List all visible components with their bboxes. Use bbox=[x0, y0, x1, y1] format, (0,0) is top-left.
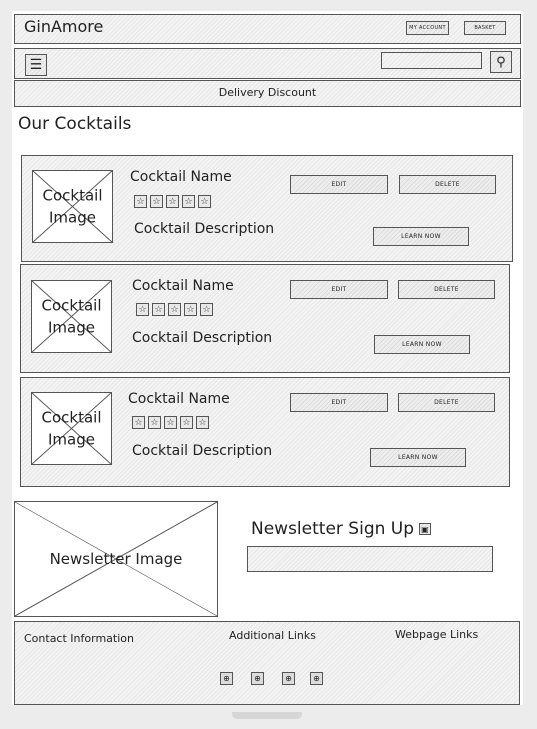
newsletter-title: Newsletter Sign Up bbox=[251, 519, 415, 539]
checkbox-icon[interactable]: ▣ bbox=[419, 523, 431, 535]
basket-button[interactable]: Basket bbox=[464, 21, 506, 35]
social-icon-1[interactable]: ⊕ bbox=[220, 672, 233, 685]
search-input[interactable] bbox=[381, 52, 482, 69]
cocktail-description: Cocktail Description bbox=[132, 330, 273, 346]
webpage-links[interactable]: Webpage Links bbox=[395, 629, 478, 640]
site-title[interactable]: GinAmore bbox=[24, 19, 103, 35]
newsletter-image-label: Newsletter Image bbox=[49, 549, 183, 568]
cocktail-image: Cocktail Image bbox=[31, 280, 112, 353]
cocktail-name: Cocktail Name bbox=[128, 391, 230, 407]
star-icon[interactable]: ☆ bbox=[180, 416, 193, 429]
star-icon[interactable]: ☆ bbox=[164, 416, 177, 429]
contact-information-link[interactable]: Contact Information bbox=[24, 633, 134, 644]
star-icon[interactable]: ☆ bbox=[148, 416, 161, 429]
hamburger-icon[interactable]: ☰ bbox=[25, 54, 47, 76]
star-icon[interactable]: ☆ bbox=[198, 195, 211, 208]
star-icon[interactable]: ☆ bbox=[200, 303, 213, 316]
star-icon[interactable]: ☆ bbox=[150, 195, 163, 208]
cocktail-name: Cocktail Name bbox=[132, 278, 234, 294]
learn-now-button[interactable]: Learn Now bbox=[370, 448, 466, 467]
home-indicator bbox=[232, 712, 302, 719]
edit-button[interactable]: Edit bbox=[290, 175, 388, 194]
star-icon[interactable]: ☆ bbox=[184, 303, 197, 316]
cocktail-name: Cocktail Name bbox=[130, 169, 232, 185]
star-icon[interactable]: ☆ bbox=[136, 303, 149, 316]
star-icon[interactable]: ☆ bbox=[166, 195, 179, 208]
cocktail-image-label: Cocktail Image bbox=[42, 186, 103, 227]
my-account-button[interactable]: My Account bbox=[406, 21, 449, 35]
cocktail-image-label: Cocktail Image bbox=[41, 408, 102, 449]
section-title: Our Cocktails bbox=[18, 114, 132, 134]
star-icon[interactable]: ☆ bbox=[182, 195, 195, 208]
learn-now-button[interactable]: Learn Now bbox=[373, 227, 469, 246]
additional-links[interactable]: Additional Links bbox=[229, 630, 316, 641]
cocktail-image: Cocktail Image bbox=[32, 170, 113, 243]
cocktail-description: Cocktail Description bbox=[132, 443, 273, 459]
delete-button[interactable]: Delete bbox=[399, 175, 496, 194]
star-icon[interactable]: ☆ bbox=[134, 195, 147, 208]
cocktail-image-label: Cocktail Image bbox=[41, 296, 102, 337]
newsletter-email-input[interactable] bbox=[247, 546, 493, 572]
delete-button[interactable]: Delete bbox=[398, 393, 495, 412]
learn-now-button[interactable]: Learn Now bbox=[374, 335, 470, 354]
star-icon[interactable]: ☆ bbox=[132, 416, 145, 429]
social-icon-4[interactable]: ⊕ bbox=[310, 672, 323, 685]
delivery-discount-text[interactable]: Delivery Discount bbox=[14, 87, 521, 98]
star-icon[interactable]: ☆ bbox=[168, 303, 181, 316]
cocktail-description: Cocktail Description bbox=[134, 221, 275, 237]
cocktail-image: Cocktail Image bbox=[31, 392, 112, 465]
delete-button[interactable]: Delete bbox=[398, 280, 495, 299]
newsletter-image: Newsletter Image bbox=[14, 501, 218, 617]
magnifier-icon[interactable]: ⚲ bbox=[490, 51, 512, 73]
edit-button[interactable]: Edit bbox=[290, 393, 388, 412]
star-icon[interactable]: ☆ bbox=[196, 416, 209, 429]
star-icon[interactable]: ☆ bbox=[152, 303, 165, 316]
edit-button[interactable]: Edit bbox=[290, 280, 388, 299]
social-icon-2[interactable]: ⊕ bbox=[251, 672, 264, 685]
social-icon-3[interactable]: ⊕ bbox=[282, 672, 295, 685]
